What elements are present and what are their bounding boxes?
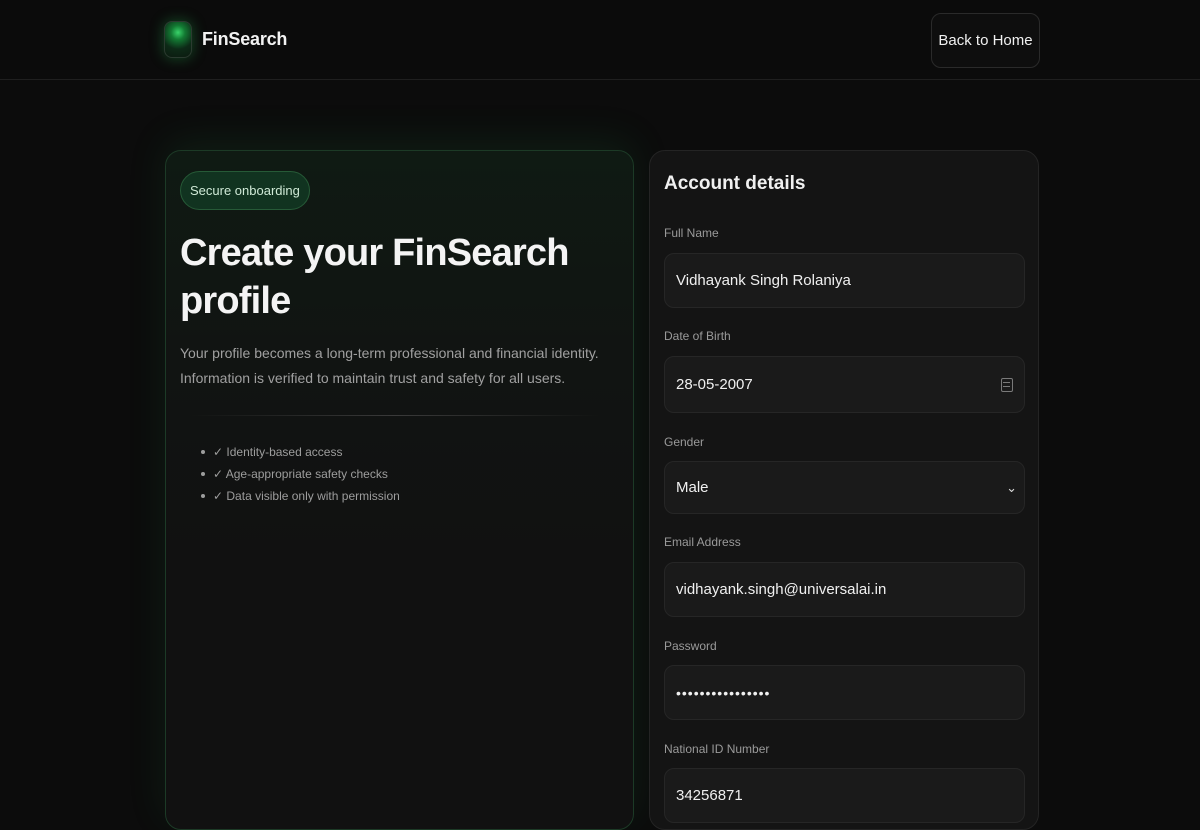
brand-logo[interactable]: FinSearch (164, 21, 287, 58)
brand-logo-icon (164, 21, 192, 58)
divider (190, 415, 600, 416)
password-input[interactable]: •••••••••••••••• (664, 665, 1025, 720)
account-details-form: Account details Full Name Vidhayank Sing… (649, 150, 1039, 830)
dob-value: 28-05-2007 (676, 376, 753, 393)
full-name-value: Vidhayank Singh Rolaniya (676, 272, 851, 289)
email-input[interactable]: vidhayank.singh@universalai.in (664, 562, 1025, 617)
email-label: Email Address (664, 535, 741, 549)
bullet-icon (201, 494, 205, 498)
national-id-label: National ID Number (664, 742, 770, 756)
full-name-label: Full Name (664, 226, 719, 240)
feature-list: ✓ Identity-based access ✓ Age-appropriat… (201, 441, 400, 507)
page-title: Create your FinSearch profile (180, 232, 569, 322)
national-id-value: 34256871 (676, 787, 743, 804)
hero-description: Your profile becomes a long-term profess… (180, 345, 599, 386)
full-name-input[interactable]: Vidhayank Singh Rolaniya (664, 253, 1025, 308)
gender-select[interactable]: Male ⌄ (664, 461, 1025, 514)
password-label: Password (664, 639, 717, 653)
feature-item: ✓ Identity-based access (201, 441, 400, 463)
feature-item: ✓ Data visible only with permission (201, 485, 400, 507)
dob-label: Date of Birth (664, 329, 731, 343)
brand-name: FinSearch (202, 29, 288, 49)
onboarding-hero-card: Secure onboarding Create your FinSearch … (165, 150, 634, 830)
back-to-home-button[interactable]: Back to Home (931, 13, 1040, 68)
email-value: vidhayank.singh@universalai.in (676, 581, 887, 598)
form-title: Account details (664, 173, 806, 194)
gender-label: Gender (664, 435, 705, 449)
bullet-icon (201, 450, 205, 454)
national-id-input[interactable]: 34256871 (664, 768, 1025, 823)
chevron-down-icon: ⌄ (1006, 479, 1017, 495)
top-navigation-bar: FinSearch Back to Home (0, 0, 1200, 80)
feature-item: ✓ Age-appropriate safety checks (201, 463, 400, 485)
calendar-icon[interactable] (1001, 377, 1013, 392)
password-value: •••••••••••••••• (676, 684, 771, 701)
dob-input[interactable]: 28-05-2007 (664, 356, 1025, 413)
bullet-icon (201, 472, 205, 476)
gender-value: Male (676, 479, 709, 496)
secure-onboarding-badge: Secure onboarding (180, 171, 310, 210)
